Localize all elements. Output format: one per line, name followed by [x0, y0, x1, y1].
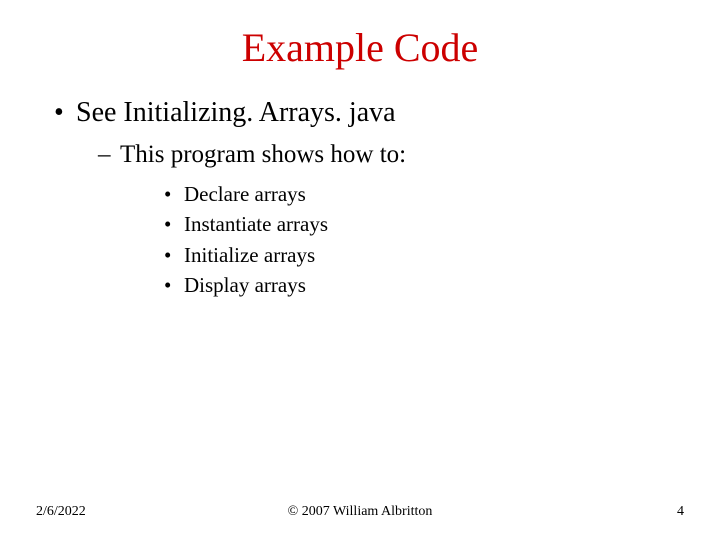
- bullet-level3-text: Initialize arrays: [184, 243, 315, 267]
- bullet-icon: •: [164, 270, 184, 300]
- bullet-level2: –This program shows how to:: [98, 141, 684, 169]
- bullet-icon: •: [164, 240, 184, 270]
- bullet-level3-item: •Display arrays: [164, 270, 684, 300]
- bullet-level3-item: •Initialize arrays: [164, 240, 684, 270]
- bullet-icon: •: [164, 209, 184, 239]
- bullet-level1-text: See Initializing. Arrays. java: [76, 97, 396, 128]
- slide-title: Example Code: [36, 24, 684, 71]
- bullet-level2-text: This program shows how to:: [120, 141, 406, 168]
- bullet-level3-item: •Instantiate arrays: [164, 209, 684, 239]
- footer-page-number: 4: [677, 504, 684, 520]
- bullet-level1: •See Initializing. Arrays. java: [54, 97, 684, 129]
- footer: 2/6/2022 © 2007 William Albritton 4: [36, 504, 684, 520]
- dash-icon: –: [98, 141, 120, 169]
- bullet-level3-text: Instantiate arrays: [184, 212, 328, 236]
- footer-date: 2/6/2022: [36, 504, 86, 520]
- bullet-icon: •: [54, 97, 76, 129]
- bullet-icon: •: [164, 179, 184, 209]
- bullet-level3-text: Display arrays: [184, 273, 306, 297]
- footer-copyright: © 2007 William Albritton: [36, 504, 684, 520]
- slide: Example Code •See Initializing. Arrays. …: [0, 0, 720, 540]
- bullet-level3-item: •Declare arrays: [164, 179, 684, 209]
- bullet-level3-text: Declare arrays: [184, 182, 306, 206]
